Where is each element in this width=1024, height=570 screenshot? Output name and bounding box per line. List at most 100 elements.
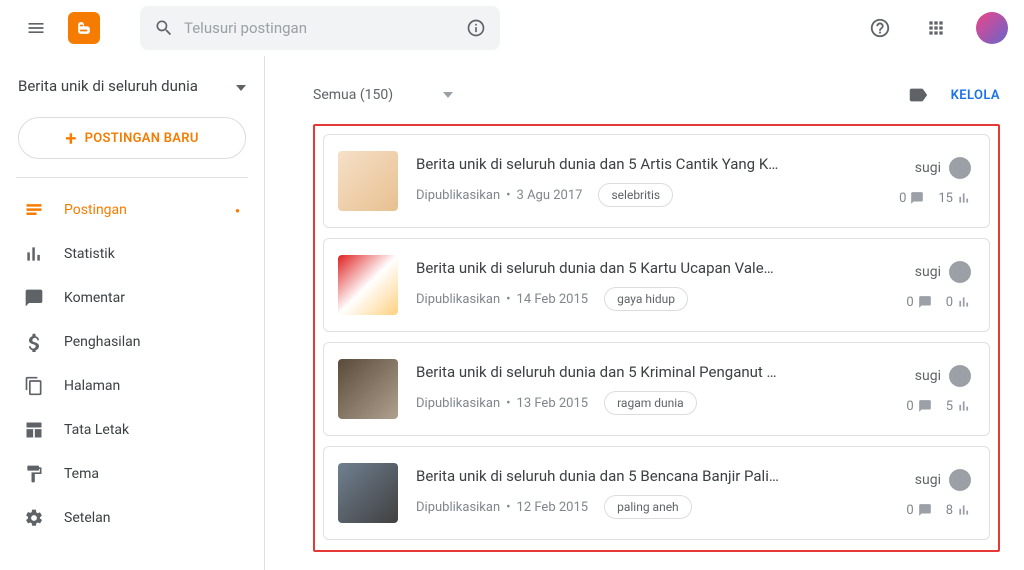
blogger-logo[interactable] (68, 12, 100, 44)
post-thumbnail (338, 463, 398, 523)
comments-count: 0 (906, 399, 931, 414)
pages-icon (24, 376, 44, 396)
post-meta: Dipublikasikan • 3 Agu 2017 selebritis (416, 183, 881, 207)
sidebar-item-label: Tema (64, 466, 99, 482)
post-right: sugi 0 0 (906, 261, 971, 310)
views-count: 15 (938, 191, 971, 206)
chevron-down-icon[interactable] (443, 92, 453, 98)
plus-icon: + (65, 128, 76, 148)
author-avatar (949, 261, 971, 283)
sidebar-item-tema[interactable]: Tema (0, 452, 264, 496)
author-name: sugi (915, 264, 941, 280)
comments-count: 0 (906, 503, 931, 518)
sidebar-item-setelan[interactable]: Setelan (0, 496, 264, 540)
post-right: sugi 0 15 (899, 157, 971, 206)
post-author: sugi (915, 469, 971, 491)
sidebar-item-label: Halaman (64, 378, 120, 394)
post-thumbnail (338, 255, 398, 315)
sidebar-item-label: Komentar (64, 290, 125, 306)
author-name: sugi (915, 368, 941, 384)
menu-button[interactable] (16, 8, 56, 48)
comments-icon (24, 288, 44, 308)
posts-list: Berita unik di seluruh dunia dan 5 Artis… (313, 124, 1000, 552)
sidebar: Berita unik di seluruh dunia + POSTINGAN… (0, 56, 265, 570)
layout-icon (24, 420, 44, 440)
apps-icon[interactable] (916, 8, 956, 48)
stats-icon (24, 244, 44, 264)
post-status: Dipublikasikan (416, 188, 500, 203)
post-date: 12 Feb 2015 (517, 500, 589, 515)
post-thumbnail (338, 151, 398, 211)
header (0, 0, 1024, 56)
post-title[interactable]: Berita unik di seluruh dunia dan 5 Benca… (416, 467, 888, 485)
author-avatar (949, 157, 971, 179)
sidebar-item-label: Statistik (64, 246, 115, 262)
sidebar-item-komentar[interactable]: Komentar (0, 276, 264, 320)
post-body: Berita unik di seluruh dunia dan 5 Krimi… (416, 363, 888, 415)
post-meta: Dipublikasikan • 14 Feb 2015 gaya hidup (416, 287, 888, 311)
views-count: 0 (946, 295, 971, 310)
post-body: Berita unik di seluruh dunia dan 5 Kartu… (416, 259, 888, 311)
filter-label[interactable]: Semua (150) (313, 87, 393, 103)
post-tag[interactable]: ragam dunia (604, 391, 697, 415)
post-card[interactable]: Berita unik di seluruh dunia dan 5 Kartu… (323, 238, 990, 332)
filter-bar: Semua (150) KELOLA (313, 84, 1000, 106)
post-stats: 0 5 (906, 399, 971, 414)
main-content: Semua (150) KELOLA Berita unik di seluru… (265, 56, 1024, 570)
comments-count: 0 (906, 295, 931, 310)
post-body: Berita unik di seluruh dunia dan 5 Artis… (416, 155, 881, 207)
post-meta: Dipublikasikan • 12 Feb 2015 paling aneh (416, 495, 888, 519)
comments-count: 0 (899, 191, 924, 206)
sidebar-item-halaman[interactable]: Halaman (0, 364, 264, 408)
sidebar-item-label: Postingan (64, 202, 127, 218)
post-author: sugi (915, 261, 971, 283)
sidebar-item-postingan[interactable]: Postingan ● (0, 188, 264, 232)
post-thumbnail (338, 359, 398, 419)
sidebar-item-tata-letak[interactable]: Tata Letak (0, 408, 264, 452)
post-title[interactable]: Berita unik di seluruh dunia dan 5 Kartu… (416, 259, 888, 277)
new-post-label: POSTINGAN BARU (85, 131, 199, 146)
user-avatar[interactable] (976, 12, 1008, 44)
search-input[interactable] (174, 19, 466, 37)
new-post-button[interactable]: + POSTINGAN BARU (18, 117, 246, 159)
post-tag[interactable]: selebritis (598, 183, 673, 207)
tag-icon[interactable] (907, 84, 929, 106)
manage-link[interactable]: KELOLA (951, 88, 1000, 103)
post-card[interactable]: Berita unik di seluruh dunia dan 5 Krimi… (323, 342, 990, 436)
chevron-down-icon (236, 76, 246, 95)
post-tag[interactable]: gaya hidup (604, 287, 688, 311)
sidebar-item-label: Tata Letak (64, 422, 129, 438)
info-icon[interactable] (466, 18, 486, 38)
post-date: 3 Agu 2017 (517, 188, 583, 203)
search-bar[interactable] (140, 6, 500, 50)
author-avatar (949, 365, 971, 387)
post-status: Dipublikasikan (416, 396, 500, 411)
author-avatar (949, 469, 971, 491)
post-tag[interactable]: paling aneh (604, 495, 692, 519)
post-author: sugi (915, 157, 971, 179)
post-title[interactable]: Berita unik di seluruh dunia dan 5 Krimi… (416, 363, 888, 381)
post-author: sugi (915, 365, 971, 387)
views-count: 8 (946, 503, 971, 518)
post-title[interactable]: Berita unik di seluruh dunia dan 5 Artis… (416, 155, 881, 173)
post-card[interactable]: Berita unik di seluruh dunia dan 5 Artis… (323, 134, 990, 228)
blog-selector[interactable]: Berita unik di seluruh dunia (0, 70, 264, 111)
sidebar-item-label: Setelan (64, 510, 111, 526)
post-stats: 0 15 (899, 191, 971, 206)
sidebar-item-statistik[interactable]: Statistik (0, 232, 264, 276)
post-right: sugi 0 5 (906, 365, 971, 414)
post-date: 13 Feb 2015 (517, 396, 589, 411)
post-card[interactable]: Berita unik di seluruh dunia dan 5 Benca… (323, 446, 990, 540)
post-status: Dipublikasikan (416, 500, 500, 515)
views-count: 5 (946, 399, 971, 414)
help-icon[interactable] (860, 8, 900, 48)
post-stats: 0 8 (906, 503, 971, 518)
settings-icon (24, 508, 44, 528)
post-date: 14 Feb 2015 (517, 292, 589, 307)
blog-name: Berita unik di seluruh dunia (18, 77, 230, 95)
theme-icon (24, 464, 44, 484)
divider (16, 177, 248, 178)
active-dot: ● (235, 206, 240, 215)
sidebar-item-penghasilan[interactable]: Penghasilan (0, 320, 264, 364)
dollar-icon (24, 332, 44, 352)
